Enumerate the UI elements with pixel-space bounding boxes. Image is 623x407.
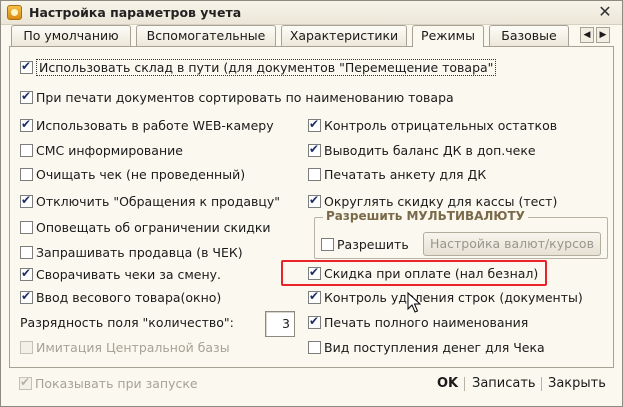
checkbox-label: Печать полного наименования — [324, 314, 529, 330]
checkbox-label: Округлять скидку для кассы (тест) — [324, 193, 558, 209]
checkbox-label: Контроль удаления строк (документы) — [324, 289, 583, 305]
quantity-digits-input[interactable]: 3 — [265, 311, 295, 337]
checkbox-row-request-seller[interactable]: Запрашивать продавца (в ЧЕК) — [20, 242, 243, 262]
modes-panel: Использовать склад в пути (для документо… — [9, 46, 614, 368]
tab-basic[interactable]: Базовые — [489, 25, 569, 46]
quantity-digits-label: Разрядность поля "количество": — [20, 314, 234, 330]
highlight-box — [281, 260, 547, 286]
checkbox[interactable] — [20, 245, 33, 259]
window-title: Настройка параметров учета — [29, 5, 242, 20]
checkbox-label: Контроль отрицательных остатков — [324, 117, 558, 133]
tab-modes[interactable]: Режимы — [412, 25, 484, 47]
checkbox[interactable] — [20, 143, 33, 157]
checkbox-label: Использовать склад в пути (для документо… — [36, 58, 497, 76]
tab-scroll-right-icon[interactable]: ▶ — [596, 27, 610, 43]
checkbox[interactable] — [20, 289, 33, 304]
checkbox[interactable] — [308, 289, 321, 304]
checkbox[interactable] — [308, 117, 321, 132]
checkbox-label: При печати документов сортировать по наи… — [36, 89, 454, 105]
checkbox-row-central-db: Имитация Центральной базы — [20, 337, 230, 357]
mouse-cursor-icon — [407, 292, 421, 313]
footer: Показывать при запуске OK Записать Закры… — [1, 371, 622, 401]
checkbox[interactable] — [308, 193, 321, 208]
save-button[interactable]: Записать — [472, 375, 536, 393]
checkbox[interactable] — [308, 314, 321, 329]
checkbox-row-delete-control[interactable]: Контроль удаления строк (документы) — [308, 287, 583, 307]
checkbox-label: Разрешить — [337, 236, 409, 252]
checkbox-label: Запрашивать продавца (в ЧЕК) — [36, 244, 243, 260]
checkbox-label: Очищать чек (не проведенный) — [36, 166, 246, 182]
checkbox[interactable] — [20, 220, 33, 234]
checkbox-row-dk-balance[interactable]: Выводить баланс ДК в доп.чеке — [308, 140, 536, 160]
checkbox-row-transit-warehouse[interactable]: Использовать склад в пути (для документо… — [20, 57, 497, 77]
checkbox-row-print-dk-form[interactable]: Печатать анкету для ДК — [308, 164, 486, 184]
checkbox-row-weight-input[interactable]: Ввод весового товара(окно) — [20, 287, 221, 307]
checkbox-label: Оповещать об ограничении скидки — [36, 219, 271, 235]
checkbox — [20, 340, 33, 354]
tab-auxiliary[interactable]: Вспомогательные — [136, 25, 276, 46]
checkbox[interactable] — [321, 237, 334, 251]
checkbox-row-clear-check[interactable]: Очищать чек (не проведенный) — [20, 164, 245, 184]
checkbox-row-disable-appeals[interactable]: Отключить "Обращения к продавцу" — [20, 191, 280, 211]
checkbox[interactable] — [20, 193, 33, 208]
settings-window: Настройка параметров учета ✕ По умолчани… — [0, 0, 623, 407]
checkbox-row-full-name-print[interactable]: Печать полного наименования — [308, 312, 528, 332]
multicurrency-group: Разрешить МУЛЬТИВАЛЮТУ Разрешить Настрой… — [314, 209, 608, 259]
checkbox — [19, 375, 32, 390]
checkbox-label: Имитация Центральной базы — [36, 339, 230, 355]
close-window-button[interactable]: ✕ — [596, 3, 614, 21]
checkbox-row-collapse-checks[interactable]: Сворачивать чеки за смену. — [20, 264, 221, 284]
checkbox-label: Сворачивать чеки за смену. — [36, 266, 222, 282]
checkbox-label: Использовать в работе WEB-камеру — [36, 117, 274, 133]
footer-separator — [464, 377, 465, 391]
checkbox[interactable] — [20, 266, 33, 281]
checkbox[interactable] — [20, 117, 33, 132]
checkbox[interactable] — [308, 142, 321, 157]
ok-button[interactable]: OK — [437, 375, 458, 393]
checkbox-label: Выводить баланс ДК в доп.чеке — [324, 142, 536, 158]
tab-bar: По умолчанию Вспомогательные Характерист… — [9, 25, 614, 47]
checkbox-row-allow-multicurrency[interactable]: Разрешить — [321, 234, 409, 254]
currency-settings-button[interactable]: Настройка валют/курсов — [423, 232, 601, 256]
checkbox-row-webcam[interactable]: Использовать в работе WEB-камеру — [20, 115, 274, 135]
tab-scroll-left-icon[interactable]: ◀ — [580, 27, 594, 43]
checkbox[interactable] — [308, 340, 321, 354]
tab-characteristics[interactable]: Характеристики — [281, 25, 407, 46]
tab-defaults[interactable]: По умолчанию — [11, 25, 131, 46]
checkbox[interactable] — [20, 89, 33, 104]
checkbox-label: Показывать при запуске — [35, 375, 198, 391]
checkbox-label: Отключить "Обращения к продавцу" — [36, 193, 281, 209]
checkbox-row-discount-limit[interactable]: Оповещать об ограничении скидки — [20, 217, 271, 237]
checkbox-row-sort-print[interactable]: При печати документов сортировать по наи… — [20, 87, 454, 107]
footer-separator — [541, 377, 542, 391]
multicurrency-legend: Разрешить МУЛЬТИВАЛЮТУ — [323, 209, 528, 223]
checkbox-label: Ввод весового товара(окно) — [36, 289, 222, 305]
checkbox[interactable] — [20, 59, 33, 74]
title-bar: Настройка параметров учета ✕ — [1, 1, 622, 25]
checkbox-label: СМС информирование — [36, 142, 183, 158]
checkbox-label: Вид поступления денег для Чека — [324, 339, 545, 355]
app-icon — [7, 5, 22, 20]
checkbox[interactable] — [20, 167, 33, 181]
close-button[interactable]: Закрыть — [548, 375, 606, 393]
checkbox-row-round-discount[interactable]: Округлять скидку для кассы (тест) — [308, 191, 557, 211]
checkbox-row-money-receipt[interactable]: Вид поступления денег для Чека — [308, 337, 545, 357]
checkbox-row-sms[interactable]: СМС информирование — [20, 140, 183, 160]
checkbox-row-negative-stock[interactable]: Контроль отрицательных остатков — [308, 115, 557, 135]
checkbox-row-show-on-start: Показывать при запуске — [19, 373, 198, 393]
checkbox-label: Печатать анкету для ДК — [324, 166, 487, 182]
checkbox[interactable] — [308, 167, 321, 181]
